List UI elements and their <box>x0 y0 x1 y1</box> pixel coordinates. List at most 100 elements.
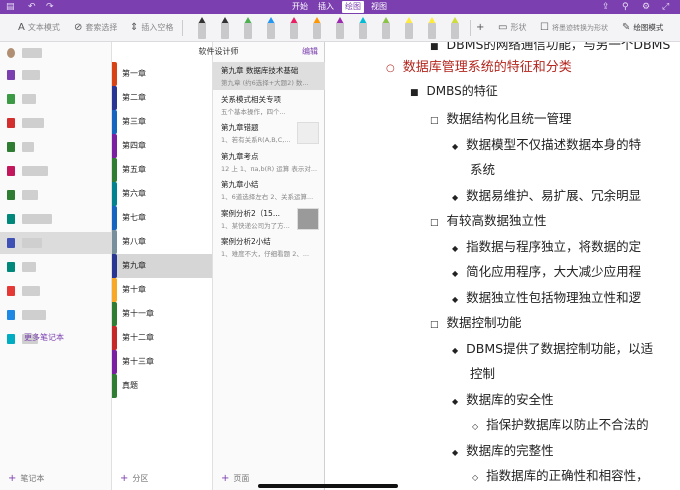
bullet-icon: ◆ <box>452 345 459 355</box>
section-label: 第五章 <box>122 165 146 174</box>
section-item[interactable]: 第一章 <box>112 62 212 86</box>
note-text: 有较高数据独立性 <box>446 213 547 228</box>
notebook-item[interactable] <box>0 160 112 182</box>
page-item[interactable]: 案例分析2（15... 1、某快递公司为了方... <box>213 205 325 233</box>
section-color-tab <box>112 350 117 374</box>
lasso-select-button[interactable]: ⊘ 套索选择 <box>74 20 117 36</box>
redo-icon[interactable]: ↷ <box>46 1 54 13</box>
edit-button[interactable]: 编辑 <box>302 46 318 57</box>
settings-icon[interactable]: ⚙ <box>642 1 650 13</box>
page-item[interactable]: 案例分析2小结 1、难度不大，仔细看题 2、... <box>213 233 325 261</box>
ink-to-shape-icon: ☐ <box>540 22 549 33</box>
tab-home[interactable]: 开始 <box>292 1 308 13</box>
app-titlebar: ▤ ↶ ↷ 开始 插入 绘图 视图 ⇪ ⚲ ⚙ ⤢ <box>0 0 680 14</box>
page-item[interactable]: 第九章错题 1、若有关系R(A,B,C,... <box>213 119 325 147</box>
pen-tool[interactable] <box>403 17 415 39</box>
pen-tool[interactable] <box>219 17 231 39</box>
notebook-item[interactable] <box>0 208 112 230</box>
page-preview: 1、若有关系R(A,B,C,... <box>221 136 291 144</box>
insert-space-button[interactable]: ⇕ 插入空格 <box>130 20 173 36</box>
section-label: 第三章 <box>122 117 146 126</box>
shape-button[interactable]: ▭ 形状 <box>498 20 526 36</box>
page-preview: 12 上 1、πa,b(R) 运算 表示对... <box>221 164 318 173</box>
section-item[interactable]: 第三章 <box>112 110 212 134</box>
pen-tool[interactable] <box>242 17 254 39</box>
section-label: 第六章 <box>122 189 146 198</box>
notebook-item[interactable] <box>0 256 112 278</box>
add-page-button[interactable]: + 页面 <box>221 473 249 484</box>
notebook-item[interactable] <box>0 184 112 206</box>
tab-view[interactable]: 视图 <box>371 1 387 13</box>
note-line: ◆ 指数据与程序独立，将数据的定 <box>452 236 641 255</box>
account-row[interactable] <box>0 42 112 64</box>
section-item[interactable]: 第十一章 <box>112 302 212 326</box>
tab-insert[interactable]: 插入 <box>318 1 334 13</box>
section-item[interactable]: 第七章 <box>112 206 212 230</box>
pen-tool[interactable] <box>265 17 277 39</box>
section-item[interactable]: 第五章 <box>112 158 212 182</box>
text-mode-button[interactable]: A 文本模式 <box>18 20 60 36</box>
ink-to-shape-button[interactable]: ☐ 将墨迹转换为形状 <box>540 20 608 36</box>
text-mode-icon: A <box>18 22 25 33</box>
section-color-tab <box>112 182 117 206</box>
page-item[interactable]: 第九章小结 1、6道选择左右 2、关系运算... <box>213 176 325 204</box>
add-pen-button[interactable]: + <box>476 20 487 36</box>
page-item[interactable]: 第九章考点 12 上 1、πa,b(R) 运算 表示对... <box>213 148 325 176</box>
pen-tool[interactable] <box>426 17 438 39</box>
section-item[interactable]: 第十三章 <box>112 350 212 374</box>
note-line: □ 有较高数据独立性 <box>430 210 547 229</box>
lasso-icon: ⊘ <box>74 22 83 33</box>
pen-body <box>359 23 367 39</box>
note-text: 指数据与程序独立，将数据的定 <box>466 238 642 254</box>
bullet-icon: ◆ <box>452 192 459 202</box>
section-label: 真题 <box>122 381 138 390</box>
section-item[interactable]: 第八章 <box>112 230 212 254</box>
section-item[interactable]: 第二章 <box>112 86 212 110</box>
notebook-item[interactable] <box>0 136 112 158</box>
pen-tool[interactable] <box>449 17 461 39</box>
avatar <box>7 48 15 58</box>
toolbar-divider <box>182 20 183 36</box>
pen-tool[interactable] <box>196 17 208 39</box>
notebook-item[interactable] <box>0 280 112 302</box>
section-item[interactable]: 第九章 <box>112 254 212 278</box>
notebook-item[interactable] <box>0 304 112 326</box>
page-list: 第九章 数据库技术基础 第九章 (约6选择+大题2) 数... 关系模式相关专项 五个… <box>213 42 325 490</box>
section-label: 第十三章 <box>122 357 154 366</box>
notebook-item[interactable] <box>0 112 112 134</box>
add-section-button[interactable]: + 分区 <box>120 473 148 484</box>
note-line: ◆ 简化应用程序，大大减少应用程 <box>452 261 641 280</box>
section-item[interactable]: 第四章 <box>112 134 212 158</box>
notebook-icon <box>7 238 15 248</box>
notebook-item[interactable] <box>0 88 112 110</box>
section-item[interactable]: 第十章 <box>112 278 212 302</box>
more-notebooks-link[interactable]: 更多笔记本 <box>24 332 64 343</box>
section-item[interactable]: 真题 <box>112 374 212 398</box>
add-notebook-button[interactable]: + 笔记本 <box>8 473 44 484</box>
note-line: 系统 <box>470 159 495 178</box>
undo-icon[interactable]: ↶ <box>28 1 36 13</box>
pen-tool[interactable] <box>311 17 323 39</box>
share-icon[interactable]: ⇪ <box>602 1 610 13</box>
section-item[interactable]: 第六章 <box>112 182 212 206</box>
note-line: ◆ 数据模型不仅描述数据本身的特 <box>452 134 641 153</box>
page-item[interactable]: 第九章 数据库技术基础 第九章 (约6选择+大题2) 数... <box>213 62 325 90</box>
note-text: 数据易维护、易扩展、冗余明显 <box>466 187 642 203</box>
section-color-tab <box>112 134 117 158</box>
pen-tool[interactable] <box>334 17 346 39</box>
page-item[interactable]: 关系模式相关专项 五个基本操作，四个... <box>213 91 325 119</box>
fullscreen-icon[interactable]: ⤢ <box>662 1 669 13</box>
section-item[interactable]: 第十二章 <box>112 326 212 350</box>
draw-mode-button[interactable]: ✎ 绘图模式 <box>622 20 663 36</box>
notebook-item[interactable] <box>0 64 112 86</box>
note-canvas[interactable]: ■ DBMS的网络通信功能，与另一个DBMS ○ 数据库管理系统的特征和分类 ■ DM… <box>326 42 680 490</box>
notifications-icon[interactable]: ⚲ <box>622 1 629 13</box>
notebook-name-blurred <box>22 70 40 80</box>
sidebar-toggle-icon[interactable]: ▤ <box>6 1 15 13</box>
pen-tool[interactable] <box>288 17 300 39</box>
bullet-icon: □ <box>430 218 439 228</box>
notebook-item[interactable] <box>0 232 112 254</box>
pen-tool[interactable] <box>357 17 369 39</box>
tab-draw[interactable]: 绘图 <box>342 1 364 13</box>
pen-tool[interactable] <box>380 17 392 39</box>
